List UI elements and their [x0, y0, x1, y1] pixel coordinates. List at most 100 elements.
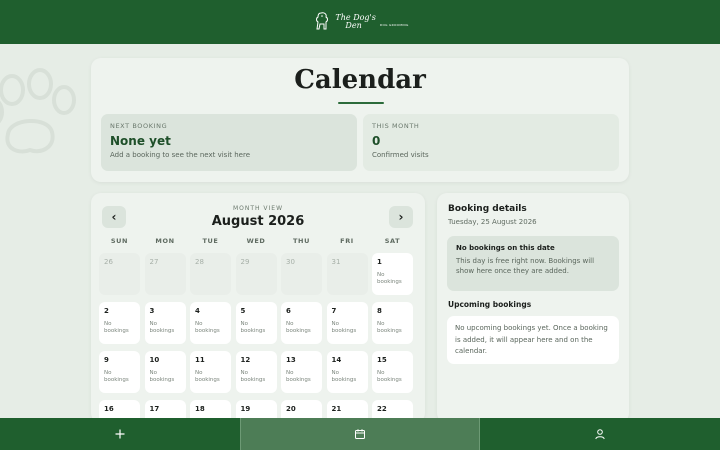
tab-profile[interactable]: [480, 418, 720, 450]
day-bookings-note: No bookings: [240, 370, 266, 383]
calendar-day[interactable]: 1 No bookings: [372, 253, 413, 295]
upcoming-bookings-text: No upcoming bookings yet. Once a booking…: [455, 324, 608, 355]
next-booking-value: None yet: [110, 134, 171, 148]
day-number: 13: [286, 356, 296, 364]
day-number: 4: [195, 307, 200, 315]
calendar-day[interactable]: 28: [190, 253, 231, 295]
month-view-label: MONTH VIEW: [232, 205, 284, 212]
calendar-day[interactable]: 31: [326, 253, 368, 295]
tab-add-booking[interactable]: [0, 418, 240, 450]
chevron-right-icon: ›: [398, 210, 404, 224]
user-icon: [595, 429, 605, 440]
calendar-day[interactable]: 26: [99, 253, 140, 295]
no-bookings-card: No bookings on this date This day is fre…: [447, 236, 619, 291]
day-number: 5: [240, 307, 246, 315]
day-number: 7: [331, 307, 337, 315]
weekday-label: MON: [155, 237, 175, 245]
title-underline: [338, 102, 384, 104]
day-bookings-note: No bookings: [286, 321, 311, 334]
upcoming-bookings-card: No upcoming bookings yet. Once a booking…: [447, 316, 619, 364]
calendar-day[interactable]: 4 No bookings: [190, 302, 231, 344]
chevron-left-icon: ‹: [111, 210, 117, 224]
next-booking-card[interactable]: NEXT BOOKING None yet Add a booking to s…: [101, 114, 357, 171]
day-number: 22: [377, 405, 387, 413]
logo-line2: Den: [345, 21, 362, 30]
weekday-label: SAT: [384, 237, 401, 245]
day-bookings-note: No bookings: [331, 370, 357, 383]
day-number: 28: [195, 258, 204, 266]
day-number: 3: [149, 307, 155, 315]
day-bookings-note: No bookings: [195, 321, 220, 334]
this-month-sub: Confirmed visits: [372, 151, 429, 159]
brand-logo[interactable]: The Dog's Den DOG GROOMING: [311, 11, 408, 33]
day-number: 1: [377, 258, 382, 266]
day-number: 9: [104, 356, 109, 364]
booking-details-panel: Booking details Tuesday, 25 August 2026 …: [437, 193, 629, 423]
day-bookings-note: No bookings: [149, 370, 175, 383]
calendar-day[interactable]: 7 No bookings: [326, 302, 368, 344]
calendar-day[interactable]: 11 No bookings: [190, 351, 231, 393]
plus-icon: [115, 429, 125, 439]
day-number: 16: [104, 405, 114, 413]
day-number: 6: [286, 307, 291, 315]
day-number: 8: [377, 307, 382, 315]
day-number: 18: [195, 405, 205, 413]
calendar-icon: [355, 429, 365, 439]
day-number: 20: [286, 405, 296, 413]
booking-details-title: Booking details: [448, 204, 527, 214]
prev-month-button[interactable]: ‹: [102, 206, 126, 228]
calendar-day[interactable]: 30: [281, 253, 322, 295]
calendar-day[interactable]: 13 No bookings: [281, 351, 322, 393]
bottom-navigation: [0, 418, 720, 450]
calendar-day[interactable]: 8 No bookings: [372, 302, 413, 344]
page-title: Calendar: [294, 65, 426, 95]
weekday-label: WED: [246, 237, 266, 245]
tab-calendar[interactable]: [240, 418, 480, 450]
calendar-day[interactable]: 2 No bookings: [99, 302, 140, 344]
next-booking-label: NEXT BOOKING: [110, 122, 168, 130]
calendar-summary-card: Calendar NEXT BOOKING None yet Add a boo…: [91, 58, 629, 182]
day-number: 27: [149, 258, 159, 266]
month-calendar: MONTH VIEW August 2026 ‹ › SUN MON TUE W…: [91, 193, 425, 423]
logo-subtitle: DOG GROOMING: [379, 23, 409, 27]
no-bookings-title: No bookings on this date: [456, 244, 555, 252]
month-title: August 2026: [211, 214, 305, 229]
day-number: 29: [240, 258, 250, 266]
paw-print-icon: [0, 68, 76, 154]
day-bookings-note: No bookings: [104, 321, 129, 334]
day-bookings-note: No bookings: [377, 370, 402, 383]
day-number: 21: [331, 405, 342, 413]
day-number: 19: [240, 405, 251, 413]
upcoming-bookings-title: Upcoming bookings: [448, 300, 532, 309]
day-number: 31: [331, 258, 341, 266]
this-month-value: 0: [372, 134, 381, 148]
calendar-day[interactable]: 9 No bookings: [99, 351, 140, 393]
this-month-card: THIS MONTH 0 Confirmed visits: [363, 114, 619, 171]
day-bookings-note: No bookings: [104, 370, 129, 383]
day-number: 10: [149, 356, 160, 364]
top-bar: The Dog's Den DOG GROOMING: [0, 0, 720, 44]
no-bookings-text: This day is free right now. Bookings wil…: [456, 257, 595, 275]
day-number: 11: [195, 356, 205, 364]
calendar-day[interactable]: 6 No bookings: [281, 302, 322, 344]
next-month-button[interactable]: ›: [389, 206, 413, 228]
weekday-label: TUE: [202, 237, 219, 245]
day-number: 12: [240, 356, 251, 364]
calendar-day[interactable]: 5 No bookings: [235, 302, 277, 344]
calendar-day[interactable]: 14 No bookings: [326, 351, 368, 393]
day-number: 15: [377, 356, 387, 364]
calendar-day[interactable]: 3 No bookings: [144, 302, 186, 344]
day-number: 17: [149, 405, 160, 413]
calendar-day[interactable]: 27: [144, 253, 186, 295]
selected-date: Tuesday, 25 August 2026: [448, 218, 537, 226]
calendar-day[interactable]: 29: [235, 253, 277, 295]
calendar-day[interactable]: 10 No bookings: [144, 351, 186, 393]
day-bookings-note: No bookings: [240, 321, 266, 334]
day-bookings-note: No bookings: [149, 321, 175, 334]
weekday-label: THU: [293, 237, 310, 245]
day-number: 26: [104, 258, 113, 266]
calendar-day[interactable]: 12 No bookings: [235, 351, 277, 393]
day-number: 14: [331, 356, 342, 364]
day-grid: 26 27 28 29 30 31 1 No bookings 2 No bookings 3 No …: [99, 253, 417, 423]
calendar-day[interactable]: 15 No bookings: [372, 351, 413, 393]
